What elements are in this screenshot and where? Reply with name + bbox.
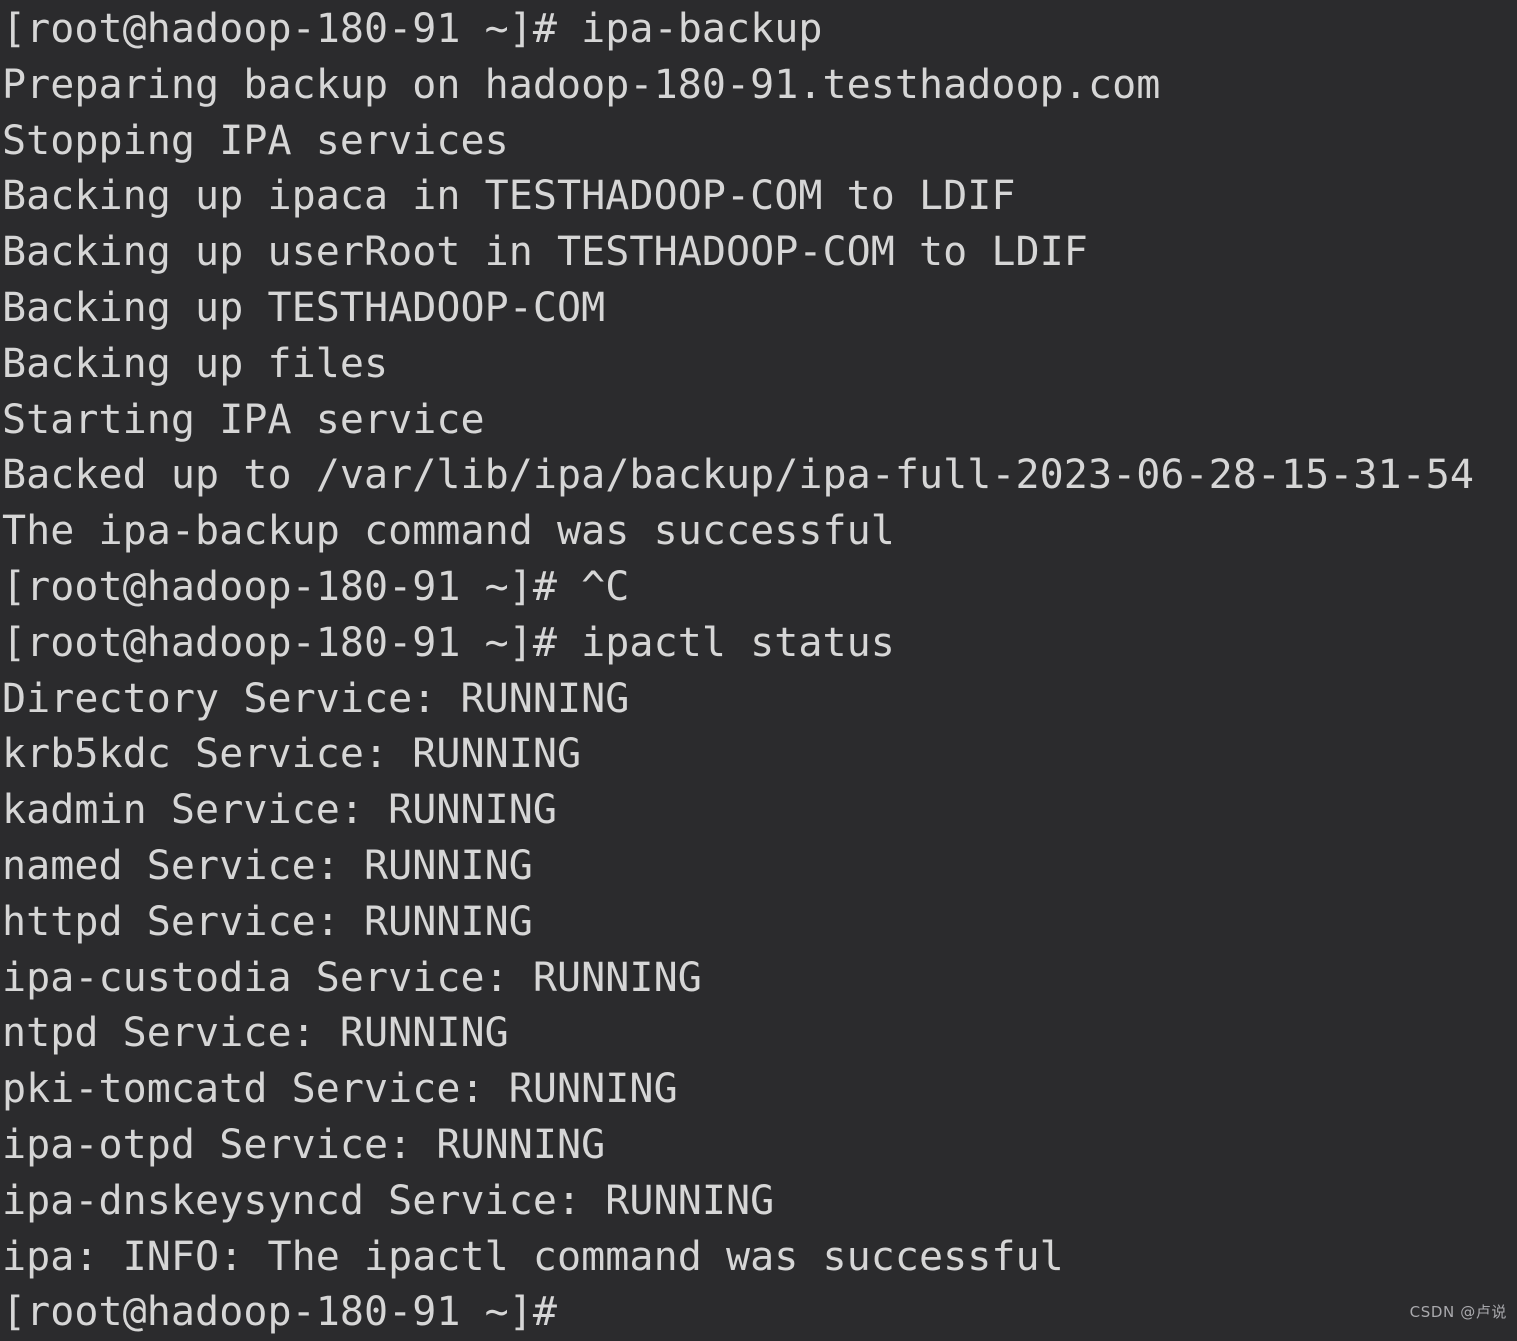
watermark: CSDN @卢说: [1409, 1303, 1507, 1321]
terminal-line: Stopping IPA services: [2, 117, 509, 164]
terminal-line: [root@hadoop-180-91 ~]# ipactl status: [2, 619, 895, 666]
terminal-line: pki-tomcatd Service: RUNNING: [2, 1066, 678, 1113]
terminal-line: Backing up files: [2, 340, 389, 387]
terminal-line: ipa-dnskeysyncd Service: RUNNING: [2, 1177, 775, 1224]
terminal-line: named Service: RUNNING: [2, 842, 533, 889]
terminal-line: Backing up ipaca in TESTHADOOP-COM to LD…: [2, 173, 1016, 220]
terminal-line: Backing up userRoot in TESTHADOOP-COM to…: [2, 229, 1088, 276]
terminal-line: Backing up TESTHADOOP-COM: [2, 284, 606, 331]
terminal-line: [root@hadoop-180-91 ~]# ^C: [2, 563, 630, 610]
terminal-line: ipa-custodia Service: RUNNING: [2, 954, 702, 1001]
terminal-line: Starting IPA service: [2, 396, 485, 443]
terminal-prompt-line[interactable]: [root@hadoop-180-91 ~]#: [2, 1285, 1517, 1341]
terminal-line: [root@hadoop-180-91 ~]# ipa-backup: [2, 6, 823, 52]
terminal-line: Directory Service: RUNNING: [2, 675, 630, 722]
terminal-line: ipa-otpd Service: RUNNING: [2, 1121, 606, 1168]
terminal-line: kadmin Service: RUNNING: [2, 787, 558, 834]
terminal-line: The ipa-backup command was successful: [2, 508, 895, 555]
terminal-line: ntpd Service: RUNNING: [2, 1010, 509, 1057]
terminal-line: krb5kdc Service: RUNNING: [2, 731, 582, 778]
terminal-line: httpd Service: RUNNING: [2, 898, 533, 945]
terminal-window[interactable]: [root@hadoop-180-91 ~]# ipa-backup Prepa…: [0, 0, 1517, 1335]
terminal-line: Backed up to /var/lib/ipa/backup/ipa-ful…: [2, 452, 1475, 499]
terminal-line: ipa: INFO: The ipactl command was succes…: [2, 1233, 1064, 1280]
terminal-line: Preparing backup on hadoop-180-91.testha…: [2, 61, 1161, 108]
